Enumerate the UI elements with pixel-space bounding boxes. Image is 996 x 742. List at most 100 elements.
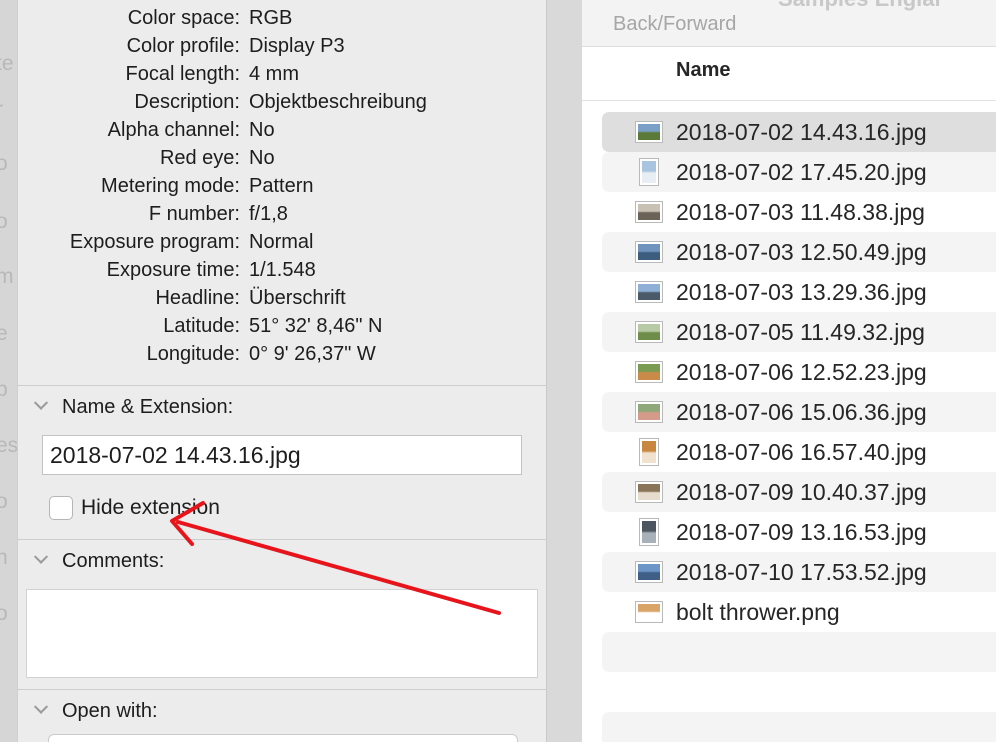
thumbnail-image — [638, 564, 660, 580]
hide-extension-checkbox[interactable] — [49, 496, 73, 520]
file-name: 2018-07-06 15.06.36.jpg — [676, 399, 927, 425]
metadata-row: Description: Objektbeschreibung — [18, 88, 548, 116]
name-extension-header[interactable]: Name & Extension: — [33, 393, 234, 421]
metadata-value: f/1,8 — [249, 203, 288, 225]
metadata-row: Red eye: No — [18, 144, 548, 172]
file-thumbnail-icon — [635, 401, 663, 423]
file-thumbnail-icon — [635, 281, 663, 303]
file-thumbnail-icon — [635, 241, 663, 263]
file-thumbnail-icon — [635, 361, 663, 383]
finder-toolbar: Samples Englai Back/Forward — [582, 0, 996, 47]
metadata-key: Latitude: — [163, 315, 240, 337]
divider — [18, 385, 548, 386]
metadata-value: 51° 32' 8,46" N — [249, 315, 383, 337]
metadata-key: Exposure program: — [69, 231, 240, 253]
background-text-fragment: n — [0, 546, 8, 569]
comments-textarea[interactable] — [26, 589, 538, 678]
file-thumbnail-icon — [635, 201, 663, 223]
file-row[interactable]: 2018-07-02 14.43.16.jpg — [602, 112, 996, 152]
file-row[interactable]: bolt thrower.png — [602, 592, 996, 632]
column-header: Name — [582, 47, 996, 101]
file-row[interactable]: 2018-07-03 11.48.38.jpg — [602, 192, 996, 232]
file-name: 2018-07-06 16.57.40.jpg — [676, 439, 927, 465]
background-text-fragment: m — [0, 265, 14, 288]
metadata-row: Metering mode: Pattern — [18, 172, 548, 200]
thumbnail-image — [642, 521, 656, 543]
thumbnail-image — [642, 161, 656, 183]
file-row[interactable]: 2018-07-03 12.50.49.jpg — [602, 232, 996, 272]
file-name: 2018-07-09 13.16.53.jpg — [676, 519, 927, 545]
name-extension-title: Name & Extension: — [62, 396, 234, 418]
thumbnail-image — [638, 324, 660, 340]
metadata-row: F number: f/1,8 — [18, 200, 548, 228]
open-with-header[interactable]: Open with: — [33, 697, 158, 725]
metadata-value: Normal — [249, 231, 314, 253]
file-row[interactable]: 2018-07-02 17.45.20.jpg — [602, 152, 996, 192]
metadata-row: Latitude: 51° 32' 8,46" N — [18, 312, 548, 340]
metadata-key: Exposure time: — [106, 259, 240, 281]
thumbnail-image — [638, 124, 660, 140]
metadata-value: 0° 9' 26,37" W — [249, 343, 376, 365]
empty-row — [602, 632, 996, 672]
metadata-key: Red eye: — [159, 147, 240, 169]
metadata-value: Überschrift — [249, 287, 346, 309]
file-row[interactable]: 2018-07-03 13.29.36.jpg — [602, 272, 996, 312]
divider — [18, 539, 548, 540]
divider — [18, 689, 548, 690]
metadata-value: RGB — [249, 7, 293, 29]
metadata-key: F number: — [148, 203, 240, 225]
file-row[interactable]: 2018-07-06 12.52.23.jpg — [602, 352, 996, 392]
metadata-value: No — [249, 119, 275, 141]
file-thumbnail-icon — [635, 561, 663, 583]
metadata-row: Exposure program: Normal — [18, 228, 548, 256]
file-thumbnail-icon — [635, 121, 663, 143]
background-text-fragment: o — [0, 152, 8, 175]
background-text-fragment: o — [0, 210, 8, 233]
file-name: 2018-07-09 10.40.37.jpg — [676, 479, 927, 505]
metadata-value: No — [249, 147, 275, 169]
file-row[interactable]: 2018-07-06 16.57.40.jpg — [602, 432, 996, 472]
metadata-row: Alpha channel: No — [18, 116, 548, 144]
filename-input[interactable] — [42, 435, 522, 475]
background-text-fragment: es — [0, 434, 17, 457]
metadata-row: Headline: Überschrift — [18, 284, 548, 312]
background-text-fragment: o — [0, 490, 8, 513]
thumbnail-image — [638, 244, 660, 260]
metadata-key: Alpha channel: — [107, 119, 240, 141]
file-name: 2018-07-02 17.45.20.jpg — [676, 159, 927, 185]
file-name: 2018-07-05 11.49.32.jpg — [676, 319, 925, 345]
file-row[interactable]: 2018-07-06 15.06.36.jpg — [602, 392, 996, 432]
thumbnail-image — [638, 284, 660, 300]
metadata-value: 1/1.548 — [249, 259, 316, 281]
background-text-fragment: te — [0, 52, 14, 75]
thumbnail-image — [638, 404, 660, 420]
name-column-header[interactable]: Name — [676, 59, 730, 82]
metadata-value: Pattern — [249, 175, 314, 197]
file-thumbnail-icon — [635, 481, 663, 503]
background-text-fragment: p — [0, 378, 8, 401]
chevron-down-icon[interactable] — [33, 395, 49, 410]
open-with-popup[interactable] — [48, 734, 518, 742]
file-name: 2018-07-02 14.43.16.jpg — [676, 119, 927, 145]
chevron-down-icon[interactable] — [33, 549, 49, 564]
open-with-title: Open with: — [62, 700, 158, 722]
hide-extension-label[interactable]: Hide extension — [81, 494, 220, 522]
file-thumbnail-icon — [639, 518, 659, 546]
desktop-gap — [547, 0, 582, 742]
file-row[interactable]: 2018-07-09 13.16.53.jpg — [602, 512, 996, 552]
background-text-fragment: r — [0, 98, 3, 122]
chevron-down-icon[interactable] — [33, 699, 49, 714]
metadata-row: Color space: RGB — [18, 4, 548, 32]
back-forward-label[interactable]: Back/Forward — [613, 13, 736, 36]
thumbnail-image — [638, 364, 660, 380]
metadata-value: 4 mm — [249, 63, 299, 85]
file-row[interactable]: 2018-07-05 11.49.32.jpg — [602, 312, 996, 352]
background-text-fragment: e — [0, 322, 8, 345]
finder-window: Samples Englai Back/Forward Name 2018-07… — [582, 0, 996, 742]
background-window-edge: te r o o m e p es o n o — [0, 0, 17, 742]
file-row[interactable]: 2018-07-10 17.53.52.jpg — [602, 552, 996, 592]
file-name: 2018-07-03 13.29.36.jpg — [676, 279, 927, 305]
comments-header[interactable]: Comments: — [33, 547, 164, 575]
file-row[interactable]: 2018-07-09 10.40.37.jpg — [602, 472, 996, 512]
metadata-key: Color space: — [127, 7, 240, 29]
